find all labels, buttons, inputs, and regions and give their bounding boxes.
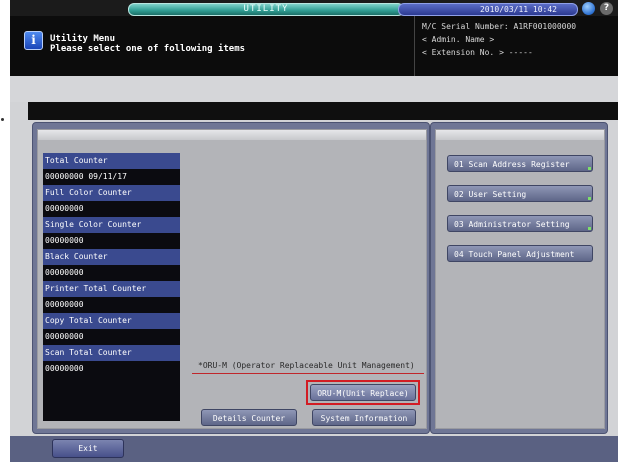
counter-label-copy-total: Copy Total Counter [43, 313, 180, 329]
menu-item-label: 04 Touch Panel Adjustment [454, 250, 575, 259]
oru-note-underline [192, 373, 424, 374]
counter-label-scan-total: Scan Total Counter [43, 345, 180, 361]
datetime: 2010/03/11 10:42 [479, 5, 557, 14]
counter-panel-body: Total Counter 00000000 09/11/17 Full Col… [37, 129, 427, 429]
screen-title-pill: UTILITY [128, 3, 404, 16]
counter-label-full-color: Full Color Counter [43, 185, 180, 201]
menu-item-label: 02 User Setting [454, 190, 527, 199]
message-title: Utility Menu [50, 34, 116, 44]
datetime-pill: 2010/03/11 10:42 [398, 3, 578, 16]
screen-title: UTILITY [243, 4, 289, 14]
help-icon[interactable]: ? [600, 2, 613, 15]
network-status-icon[interactable] [582, 2, 595, 15]
counter-list: Total Counter 00000000 09/11/17 Full Col… [43, 153, 180, 421]
indicator-icon [588, 197, 591, 200]
menu-item-touch-panel-adjustment[interactable]: 04 Touch Panel Adjustment [447, 245, 593, 262]
serial-number: M/C Serial Number: A1RF001000000 [422, 22, 577, 31]
utility-screen: UTILITY 2010/03/11 10:42 ? i Utility Men… [10, 0, 618, 462]
info-icon: i [24, 31, 43, 50]
status-bar: UTILITY 2010/03/11 10:42 ? [10, 0, 618, 16]
message-area: i Utility Menu Please select one of foll… [10, 16, 618, 76]
machine-info: M/C Serial Number: A1RF001000000 < Admin… [422, 20, 576, 59]
counter-value-single-color: 00000000 [43, 233, 180, 249]
extension-number: < Extension No. > ----- [422, 48, 533, 57]
counter-value-copy-total: 00000000 [43, 329, 180, 345]
counter-value-scan-total: 00000000 [43, 361, 180, 377]
counter-value-printer-total: 00000000 [43, 297, 180, 313]
counter-label-single-color: Single Color Counter [43, 217, 180, 233]
oru-unit-replace-button[interactable]: ORU-M(Unit Replace) [310, 384, 416, 401]
counter-label-black: Black Counter [43, 249, 180, 265]
indicator-icon [588, 227, 591, 230]
counter-value-black: 00000000 [43, 265, 180, 281]
menu-panel-body: 01 Scan Address Register 02 User Setting… [435, 129, 605, 429]
oru-note: *ORU-M (Operator Replaceable Unit Manage… [198, 361, 415, 370]
divider [414, 16, 415, 76]
indicator-icon [588, 167, 591, 170]
menu-item-user-setting[interactable]: 02 User Setting [447, 185, 593, 202]
menu-item-label: 03 Administrator Setting [454, 220, 570, 229]
black-band [28, 102, 618, 120]
counter-value-total: 00000000 09/11/17 [43, 169, 180, 185]
counter-label-printer-total: Printer Total Counter [43, 281, 180, 297]
system-information-button[interactable]: System Information [312, 409, 416, 426]
menu-panel: 01 Scan Address Register 02 User Setting… [430, 122, 608, 434]
edge-dot [1, 118, 4, 121]
counter-label-total: Total Counter [43, 153, 180, 169]
admin-name: < Admin. Name > [422, 35, 495, 44]
menu-item-administrator-setting[interactable]: 03 Administrator Setting [447, 215, 593, 232]
details-counter-button[interactable]: Details Counter [201, 409, 297, 426]
menu-item-label: 01 Scan Address Register [454, 160, 570, 169]
counter-panel: Total Counter 00000000 09/11/17 Full Col… [32, 122, 430, 434]
bottom-bar: Exit [10, 436, 618, 462]
exit-button[interactable]: Exit [52, 439, 124, 458]
message-instruction: Please select one of following items [50, 44, 246, 54]
panel-header [38, 130, 426, 140]
counter-value-full-color: 00000000 [43, 201, 180, 217]
separator-band [10, 76, 618, 102]
menu-item-scan-address-register[interactable]: 01 Scan Address Register [447, 155, 593, 172]
panel-header [436, 130, 604, 140]
